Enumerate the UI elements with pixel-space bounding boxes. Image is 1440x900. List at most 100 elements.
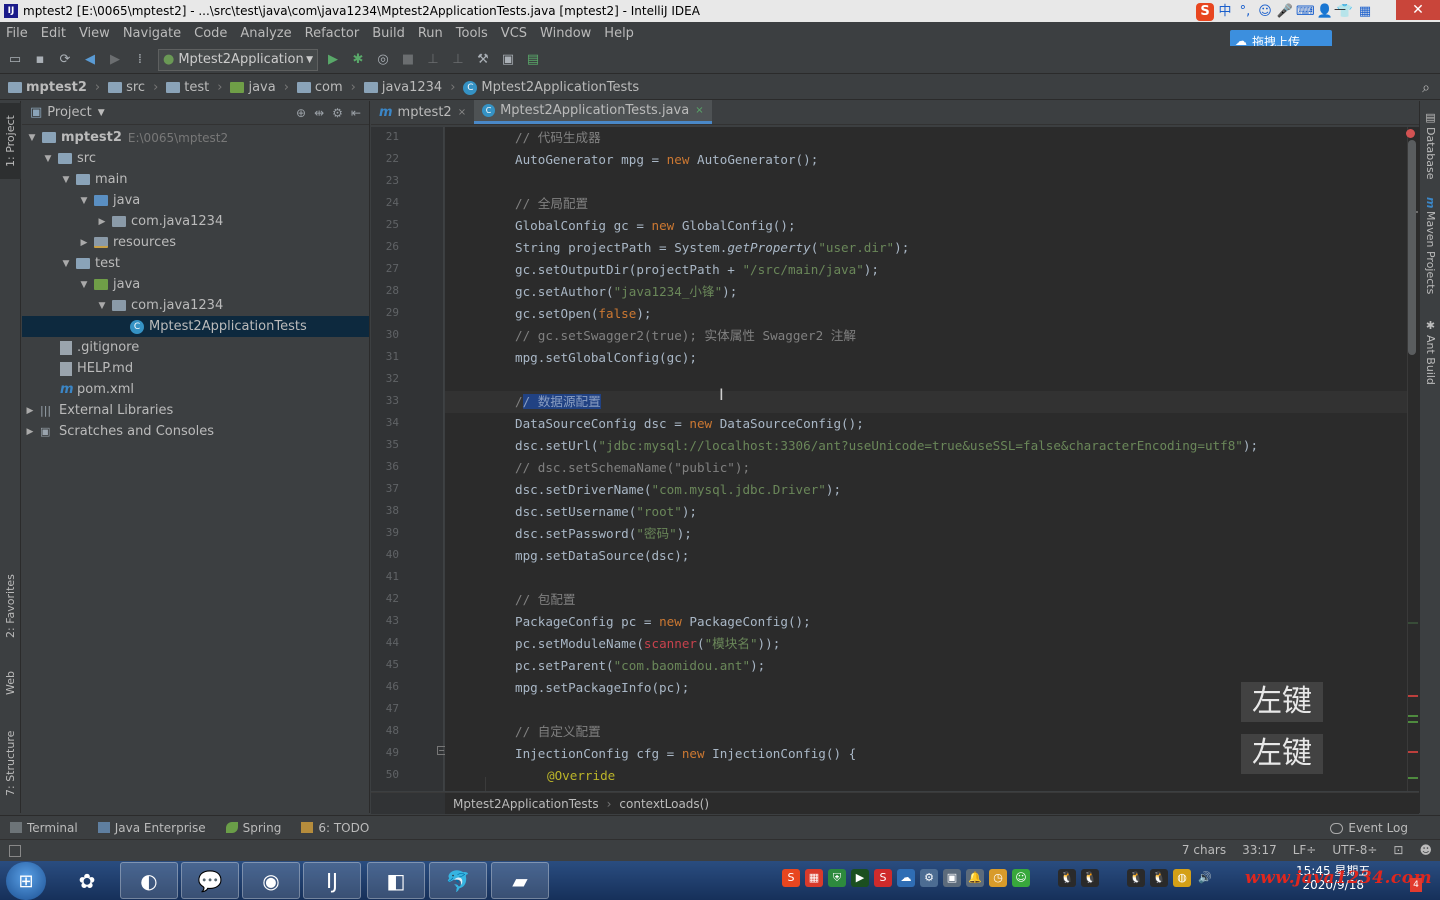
tray-qq-icon[interactable]: 🐧: [1058, 869, 1076, 887]
debug-icon[interactable]: ✱: [348, 50, 368, 70]
menu-tools[interactable]: Tools: [450, 26, 495, 41]
gear-icon[interactable]: ⚙: [332, 106, 343, 120]
taskbar-app-camtasia-icon[interactable]: ◧: [367, 862, 425, 899]
close-tab-icon[interactable]: ×: [695, 105, 703, 116]
stripe-mark[interactable]: [1408, 622, 1418, 624]
line-separator[interactable]: LF÷: [1293, 843, 1317, 857]
tray-security-icon[interactable]: S: [874, 869, 892, 887]
tool-tab-ant-build[interactable]: ✱ Ant Build: [1420, 319, 1440, 389]
breadcrumb-test[interactable]: test ›: [158, 80, 222, 95]
save-icon[interactable]: ▪: [30, 50, 50, 70]
stop-icon[interactable]: ■: [398, 50, 418, 70]
collapse-all-icon[interactable]: ⇹: [314, 106, 324, 120]
ime-item[interactable]: °,: [1236, 3, 1254, 21]
tray-calendar-icon[interactable]: ▦: [805, 869, 823, 887]
breadcrumb-mptest2[interactable]: mptest2 ›: [0, 80, 100, 95]
code-line[interactable]: mpg.setGlobalConfig(gc);: [445, 347, 1407, 369]
taskbar-app-notepad-icon[interactable]: ▰: [491, 862, 549, 899]
menu-run[interactable]: Run: [412, 26, 450, 41]
tree-item-mptest2[interactable]: ▼ mptest2 E:\0065\mptest2: [22, 127, 369, 148]
tree-item-main-package[interactable]: ▶ com.java1234: [22, 211, 369, 232]
line-number-gutter[interactable]: 21 22 23 24 25 26 27 28 29 30 31 32 33 34 35 36 37 38 39 40…: [371, 127, 446, 791]
tree-item-main[interactable]: ▼ main: [22, 169, 369, 190]
code-line[interactable]: [445, 567, 1407, 589]
code-line[interactable]: [445, 171, 1407, 193]
collapsed-arrow-icon[interactable]: ▶: [78, 238, 90, 248]
tray-chat-icon[interactable]: ☺: [1012, 869, 1030, 887]
run-configuration-select[interactable]: ● Mptest2Application ▼: [158, 48, 318, 71]
tray-qq-icon[interactable]: 🐧: [1150, 869, 1168, 887]
error-indicator-icon[interactable]: [1406, 129, 1415, 138]
code-line[interactable]: dsc.setDriverName("com.mysql.jdbc.Driver…: [445, 479, 1407, 501]
code-line[interactable]: dsc.setUrl("jdbc:mysql://localhost:3306/…: [445, 435, 1407, 457]
code-line[interactable]: // gc.setSwagger2(true); 实体属性 Swagger2 注…: [445, 325, 1407, 347]
tool-tab-database[interactable]: ▤ Database: [1420, 111, 1440, 191]
breadcrumb-class-name[interactable]: Mptest2ApplicationTests: [453, 797, 599, 811]
build-icon[interactable]: ⁞: [130, 50, 150, 70]
menu-refactor[interactable]: Refactor: [299, 26, 367, 41]
chevron-down-icon[interactable]: ▼: [98, 108, 105, 118]
sync-icon[interactable]: ⟳: [55, 50, 75, 70]
coverage-icon[interactable]: ◎: [373, 50, 393, 70]
tool-window-spring[interactable]: Spring: [225, 821, 281, 835]
breadcrumb-src[interactable]: src ›: [100, 80, 158, 95]
taskbar-app-mysql-icon[interactable]: 🐬: [429, 862, 487, 899]
menu-analyze[interactable]: Analyze: [234, 26, 298, 41]
settings-icon[interactable]: ⚒: [473, 50, 493, 70]
sdk-icon[interactable]: ▤: [523, 50, 543, 70]
editor-scrollbar[interactable]: [1408, 140, 1416, 355]
menu-code[interactable]: Code: [188, 26, 234, 41]
taskbar-app-chrome-icon[interactable]: ◉: [242, 862, 300, 899]
forward-icon[interactable]: ▶: [105, 50, 125, 70]
tree-item-test-package[interactable]: ▼ com.java1234: [22, 295, 369, 316]
tray-vpn-icon[interactable]: ◍: [1173, 869, 1191, 887]
code-line[interactable]: gc.setOpen(false);: [445, 303, 1407, 325]
tray-cloud-icon[interactable]: ☁: [897, 869, 915, 887]
tray-network-manager-icon[interactable]: ⚙: [920, 869, 938, 887]
breadcrumb-java1234[interactable]: java1234 ›: [356, 80, 455, 95]
run-icon[interactable]: ▶: [323, 50, 343, 70]
ime-item[interactable]: ☺: [1256, 3, 1274, 21]
tray-display-icon[interactable]: ▣: [943, 869, 961, 887]
code-line[interactable]: gc.setAuthor("java1234_小锋");: [445, 281, 1407, 303]
scroll-from-source-icon[interactable]: ⊕: [296, 106, 306, 120]
code-line[interactable]: // 包配置: [445, 589, 1407, 611]
tree-item-pom[interactable]: m pom.xml: [22, 379, 369, 400]
tray-timer-icon[interactable]: ◷: [989, 869, 1007, 887]
ime-item[interactable]: 🎤: [1276, 3, 1294, 21]
collapsed-arrow-icon[interactable]: ▶: [24, 406, 36, 416]
code-line[interactable]: DataSourceConfig dsc = new DataSourceCon…: [445, 413, 1407, 435]
taskbar-app-browser-icon[interactable]: ◐: [120, 862, 178, 899]
taskbar-app-pinwheel-icon[interactable]: ✿: [58, 862, 116, 899]
close-window-button[interactable]: ✕: [1396, 0, 1440, 20]
taskbar-app-wechat-icon[interactable]: 💬: [181, 862, 239, 899]
close-tab-icon[interactable]: ×: [458, 107, 466, 118]
breadcrumb-method-name[interactable]: contextLoads(): [619, 797, 709, 811]
tray-sogou-icon[interactable]: S: [782, 869, 800, 887]
menu-help[interactable]: Help: [598, 26, 641, 41]
tool-tab-project[interactable]: 1: Project: [0, 103, 21, 179]
code-line[interactable]: // 全局配置: [445, 193, 1407, 215]
tree-item-test-java[interactable]: ▼ java: [22, 274, 369, 295]
expanded-arrow-icon[interactable]: ▼: [78, 280, 90, 290]
code-line[interactable]: dsc.setUsername("root");: [445, 501, 1407, 523]
search-everywhere-icon[interactable]: ⌕: [1422, 80, 1430, 96]
breadcrumb-java[interactable]: java ›: [222, 80, 289, 95]
code-line[interactable]: mpg.setDataSource(dsc);: [445, 545, 1407, 567]
tree-item-scratches[interactable]: ▶ ▣ Scratches and Consoles: [22, 421, 369, 442]
collapsed-arrow-icon[interactable]: ▶: [24, 427, 36, 437]
code-line[interactable]: pc.setModuleName(scanner("模块名"));: [445, 633, 1407, 655]
tool-window-todo[interactable]: 6: TODO: [301, 821, 369, 835]
ime-item[interactable]: 中: [1216, 3, 1234, 21]
expanded-arrow-icon[interactable]: ▼: [42, 154, 54, 164]
tool-window-java-enterprise[interactable]: Java Enterprise: [97, 821, 206, 835]
tray-volume-icon[interactable]: 🔊: [1196, 869, 1214, 887]
code-line[interactable]: dsc.setPassword("密码");: [445, 523, 1407, 545]
menu-edit[interactable]: Edit: [35, 26, 73, 41]
code-line[interactable]: // 代码生成器: [445, 127, 1407, 149]
start-button[interactable]: ⊞: [6, 862, 46, 900]
tray-shield-icon[interactable]: ⛨: [828, 869, 846, 887]
tree-item-main-java[interactable]: ▼ java: [22, 190, 369, 211]
code-line[interactable]: AutoGenerator mpg = new AutoGenerator();: [445, 149, 1407, 171]
stripe-mark[interactable]: [1408, 695, 1418, 697]
